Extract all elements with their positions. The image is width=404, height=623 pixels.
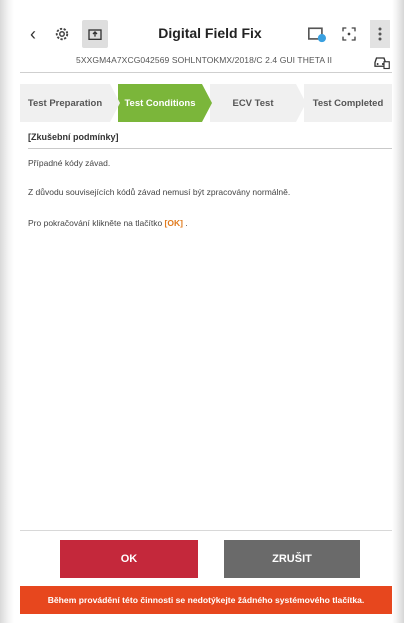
tab-test-preparation[interactable]: Test Preparation [20, 84, 120, 122]
chevron-left-icon: ‹ [30, 23, 36, 44]
cancel-button[interactable]: ZRUŠIT [224, 540, 360, 578]
device-edge-left [0, 0, 14, 623]
gear-icon [55, 27, 69, 41]
vehicle-info-row: 5XXGM4A7XCG042569 SOHLNTOKMX/2018/C 2.4 … [20, 50, 392, 73]
tab-test-completed[interactable]: Test Completed [304, 84, 392, 122]
message-line-1: Případné kódy závad. [28, 158, 111, 168]
section-title: [Zkušební podmínky] [28, 132, 119, 142]
message-line-2: Z důvodu souvisejících kódů závad nemusí… [28, 187, 291, 197]
tab-test-conditions[interactable]: Test Conditions [118, 84, 212, 122]
car-info-icon[interactable] [372, 52, 390, 70]
button-area-divider [20, 530, 392, 531]
upload-button[interactable] [82, 20, 108, 48]
upload-icon [88, 29, 102, 40]
page-title: Digital Field Fix [158, 25, 262, 41]
warning-banner: Během provádění této činnosti se nedotýk… [20, 586, 392, 614]
message-line-3-prefix: Pro pokračování klikněte na tlačítko [28, 218, 165, 228]
more-button[interactable] [370, 20, 390, 48]
step-tabs: Test Preparation Test Conditions ECV Tes… [20, 84, 392, 122]
app-screen: ‹ Digital Field Fix 5XXGM4A7XCG042569 SO… [20, 18, 392, 623]
back-button[interactable]: ‹ [24, 20, 42, 48]
ok-reference: [OK] [164, 218, 183, 228]
ok-button[interactable]: OK [60, 540, 198, 578]
tab-label: Test Conditions [124, 97, 196, 109]
cast-button[interactable] [304, 20, 330, 48]
scan-icon [342, 27, 356, 41]
tab-label: Test Completed [312, 97, 384, 109]
more-vertical-icon [378, 27, 382, 41]
settings-button[interactable] [50, 20, 74, 48]
tab-label: ECV Test [232, 97, 274, 109]
top-bar: ‹ Digital Field Fix [20, 18, 392, 50]
message-line-3-suffix: . [182, 218, 188, 228]
tab-ecv-test[interactable]: ECV Test [210, 84, 306, 122]
message-line-3: Pro pokračování klikněte na tlačítko [OK… [28, 218, 188, 228]
cast-icon [308, 27, 326, 43]
vin-text: 5XXGM4A7XCG042569 SOHLNTOKMX/2018/C 2.4 … [76, 55, 333, 65]
section-divider [28, 148, 392, 149]
tab-label: Test Preparation [27, 97, 103, 109]
scan-button[interactable] [338, 20, 360, 48]
device-edge-right [392, 0, 404, 623]
